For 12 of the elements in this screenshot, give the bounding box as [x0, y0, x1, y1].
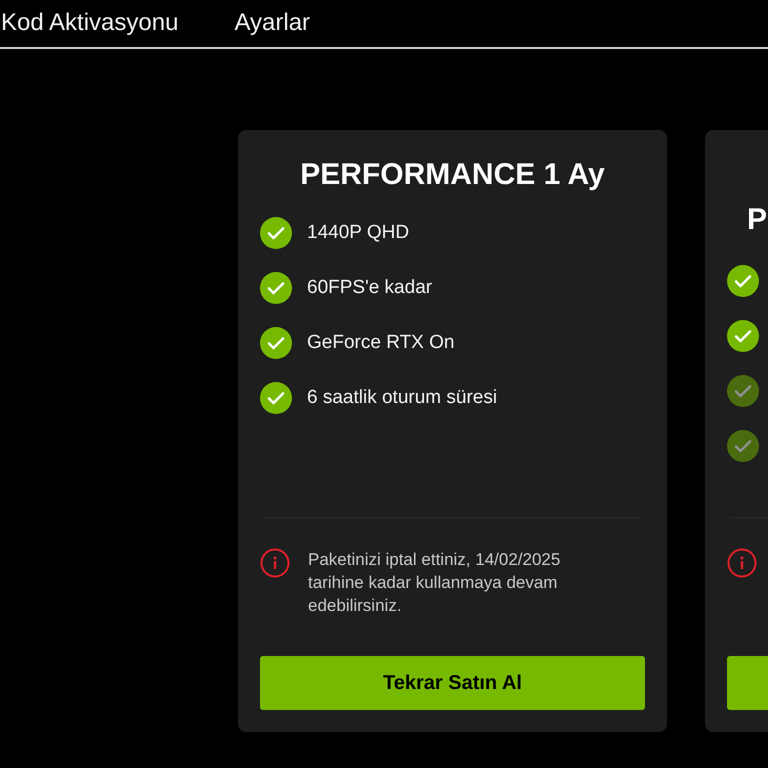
nav-link[interactable]: Ayarlar	[234, 5, 310, 41]
plan-title: PERFORMANCE 1 Ay	[300, 157, 605, 193]
plan-title: P	[747, 202, 768, 238]
feature-text: 6 saatlik oturum süresi	[307, 386, 498, 410]
feature-text: 60FPS'e kadar	[307, 276, 432, 300]
info-icon	[260, 548, 290, 578]
notice-text: Paketinizi iptal ettiniz, 14/02/2025 tarihine kadar kullanmaya devam edebilirsiniz.	[308, 549, 562, 617]
buy-again-button[interactable]: Tekrar Satın Al	[260, 656, 645, 710]
nav-link[interactable]: Kod Aktivasyonu	[1, 5, 178, 41]
feature-text: 1440P QHD	[307, 220, 410, 245]
feature-text: GeForce RTX On	[307, 330, 454, 355]
info-icon	[727, 548, 757, 578]
